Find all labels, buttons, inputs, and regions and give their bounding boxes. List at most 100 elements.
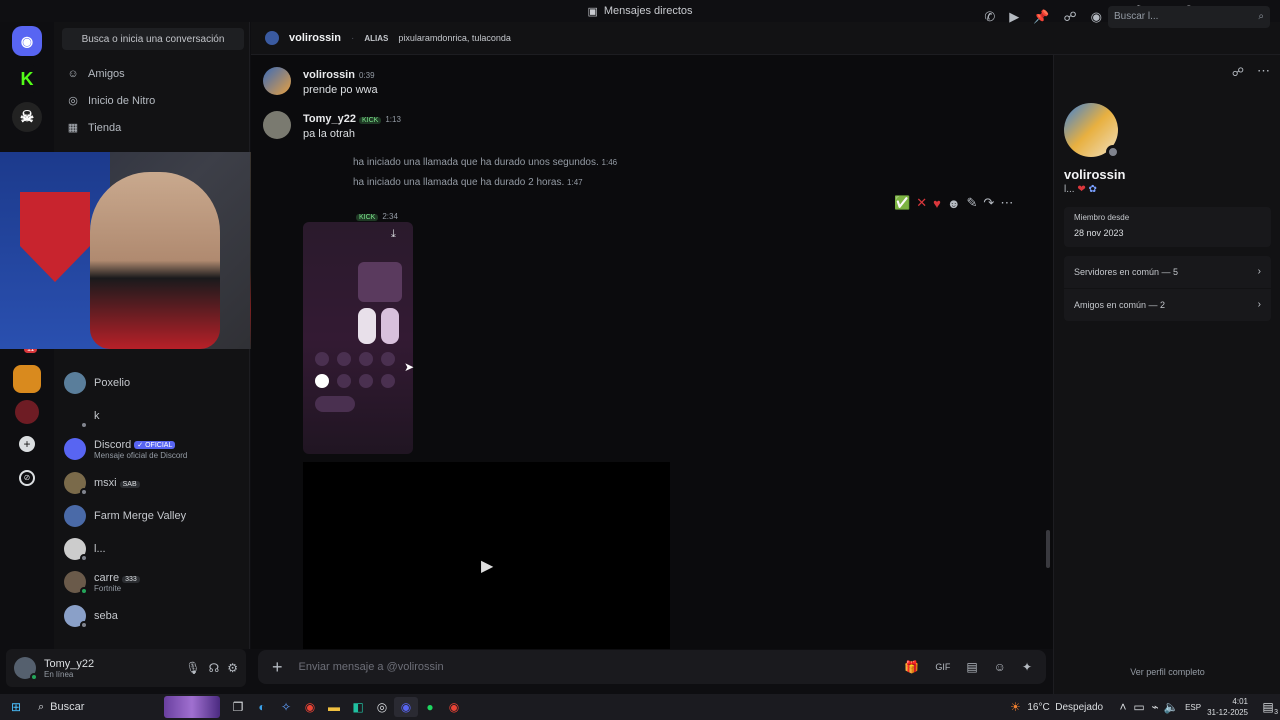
download-icon[interactable]: ⤓ — [391, 228, 396, 241]
chevron-right-icon: › — [1257, 266, 1261, 277]
dm-item[interactable]: seba — [64, 605, 242, 629]
weather-text[interactable]: 16°C Despejado — [1027, 702, 1103, 713]
avatar — [64, 505, 86, 527]
message-avatar[interactable] — [263, 111, 291, 139]
volume-slider — [381, 308, 399, 344]
skull-server-icon[interactable]: ☠ — [12, 102, 42, 132]
header-username[interactable]: volirossin — [289, 32, 341, 44]
mutual-friends[interactable]: Amigos en común — 2 › — [1064, 289, 1271, 321]
microphone-icon[interactable]: 🎙 — [185, 661, 200, 675]
settings-icon[interactable]: ⚙ — [227, 661, 238, 675]
forward-icon[interactable]: ↷ — [983, 195, 994, 211]
taskbar: ⊞ ⌕ Buscar ❐ ◐ ✧ ◉ ▬ ◧ ◎ ◉ ● ◉ ☀ 16°C Des… — [0, 694, 1280, 720]
explorer-icon[interactable]: ▬ — [322, 697, 346, 717]
dm-item[interactable]: Discord ✓ OFICIAL Mensaje oficial de Disco… — [64, 438, 242, 460]
obs-icon[interactable]: ◎ — [370, 697, 394, 717]
chevron-up-icon[interactable]: ˄ — [1115, 697, 1131, 717]
copilot-icon[interactable]: ✧ — [274, 697, 298, 717]
conversation-search[interactable]: Busca o inicia una conversación — [62, 28, 244, 50]
taskbar-search[interactable]: ⌕ Buscar — [32, 697, 164, 717]
dm-item[interactable]: msxi SAB — [64, 472, 242, 496]
avatar — [64, 605, 88, 629]
emoji-picker-icon[interactable]: ☺ — [994, 660, 1006, 674]
check-reaction-icon[interactable]: ✅ — [894, 195, 910, 211]
user-avatar[interactable] — [14, 657, 38, 681]
heart-reaction-icon[interactable]: ♥ — [933, 196, 941, 211]
voice-call-icon[interactable]: ✆ — [984, 9, 995, 25]
headphones-icon[interactable]: ☊ — [209, 661, 220, 675]
user-tag: SAB — [119, 481, 140, 488]
home-button[interactable]: ◉ — [12, 26, 42, 56]
message-avatar[interactable] — [263, 67, 291, 95]
dm-item[interactable]: Poxelio — [64, 372, 242, 394]
search-highlight-image[interactable] — [164, 696, 220, 718]
discord-taskbar-icon[interactable]: ◉ — [394, 697, 418, 717]
edit-icon[interactable]: ✎ — [967, 195, 978, 211]
toggle-row — [315, 352, 395, 366]
dm-item[interactable]: carre 333 Fortnite — [64, 571, 242, 595]
nav-shop[interactable]: ▦ Tienda — [66, 121, 121, 135]
chrome-icon[interactable]: ◉ — [298, 697, 322, 717]
full-profile-link[interactable]: Ver perfil completo — [1054, 667, 1280, 677]
app-icon[interactable]: ◧ — [346, 697, 370, 717]
emoji-icon[interactable]: ☻ — [947, 196, 961, 211]
task-view-icon[interactable]: ❐ — [226, 697, 250, 717]
profile-short: l... ❤ ✿ — [1064, 184, 1097, 195]
sticker-icon[interactable]: ▤ — [966, 660, 977, 674]
discord-icon: ▣ — [587, 5, 598, 18]
chrome-icon-2[interactable]: ◉ — [442, 697, 466, 717]
edge-icon[interactable]: ◐ — [250, 697, 274, 717]
battery-icon[interactable]: ▭ — [1131, 697, 1147, 717]
image-attachment[interactable]: ⤓ — [303, 222, 413, 454]
profile-toggle-icon[interactable]: ◉ — [1091, 9, 1102, 25]
more-icon[interactable]: ⋯ — [1000, 195, 1013, 211]
notification-icon[interactable]: ▤ 3 — [1256, 697, 1280, 717]
volume-icon[interactable]: 🔈 — [1163, 697, 1179, 717]
user-status: En línea — [44, 669, 74, 679]
official-badge: ✓ OFICIAL — [134, 440, 176, 449]
add-friends-icon[interactable]: ☍ — [1063, 9, 1076, 25]
more-options-icon[interactable]: ⋯ — [1257, 63, 1270, 79]
spotify-icon[interactable]: ● — [418, 697, 442, 717]
play-icon[interactable]: ▶ — [481, 556, 493, 576]
discover-icon[interactable]: ⊘ — [19, 470, 35, 486]
search-icon: ⌕ — [1258, 11, 1264, 22]
language-indicator[interactable]: ESP — [1185, 703, 1201, 712]
video-attachment[interactable]: ▶ — [303, 462, 670, 649]
server-icon[interactable] — [13, 365, 41, 393]
header-avatar — [265, 31, 279, 45]
apps-icon[interactable]: ✦ — [1022, 660, 1032, 674]
add-server-icon[interactable]: + — [19, 436, 35, 452]
kick-server-icon[interactable]: K — [12, 64, 42, 94]
message-composer: + Enviar mensaje a @volirossin 🎁 GIF ▤ ☺… — [258, 650, 1046, 684]
weather-icon[interactable]: ☀ — [1003, 697, 1027, 717]
add-friend-icon[interactable]: ☍ — [1232, 65, 1244, 79]
server-icon[interactable] — [15, 400, 39, 424]
message-input[interactable]: Enviar mensaje a @volirossin — [299, 661, 889, 673]
user-panel: Tomy_y22 En línea 🎙 ☊ ⚙ — [6, 649, 246, 687]
message-toolbar: ✅ ✕ ♥ ☻ ✎ ↷ ⋯ — [894, 195, 1013, 211]
server-rail: ◉ K ☠ — [0, 22, 54, 694]
nav-nitro[interactable]: ◎ Inicio de Nitro — [66, 94, 155, 108]
clock[interactable]: 4:01 31-12-2025 — [1207, 696, 1248, 718]
nav-friends[interactable]: ☺ Amigos — [66, 68, 124, 80]
pin-icon[interactable]: 📌 — [1033, 9, 1049, 25]
video-call-icon[interactable]: ▶ — [1009, 9, 1019, 25]
chat-scrollbar[interactable] — [1046, 530, 1050, 568]
add-attachment-icon[interactable]: + — [272, 657, 283, 678]
start-icon[interactable]: ⊞ — [0, 697, 32, 717]
mutual-servers[interactable]: Servidores en común — 5 › — [1064, 256, 1271, 288]
x-reaction-icon[interactable]: ✕ — [916, 195, 927, 211]
chevron-right-icon: › — [1257, 299, 1261, 310]
header-search[interactable]: Buscar l... ⌕ — [1108, 6, 1270, 28]
gift-icon[interactable]: 🎁 — [904, 660, 919, 674]
dm-item[interactable]: l... — [64, 538, 242, 562]
dm-item[interactable]: Farm Merge Valley — [64, 505, 242, 527]
gif-icon[interactable]: GIF — [935, 662, 950, 672]
message: volirossin 0:39 prende po wwa — [263, 67, 378, 96]
alias-label: ALIAS — [364, 33, 389, 43]
network-icon[interactable]: ⌁ — [1147, 697, 1163, 717]
toggle-row — [315, 374, 395, 388]
dm-item[interactable]: k — [64, 405, 242, 429]
profile-avatar[interactable] — [1064, 103, 1120, 159]
